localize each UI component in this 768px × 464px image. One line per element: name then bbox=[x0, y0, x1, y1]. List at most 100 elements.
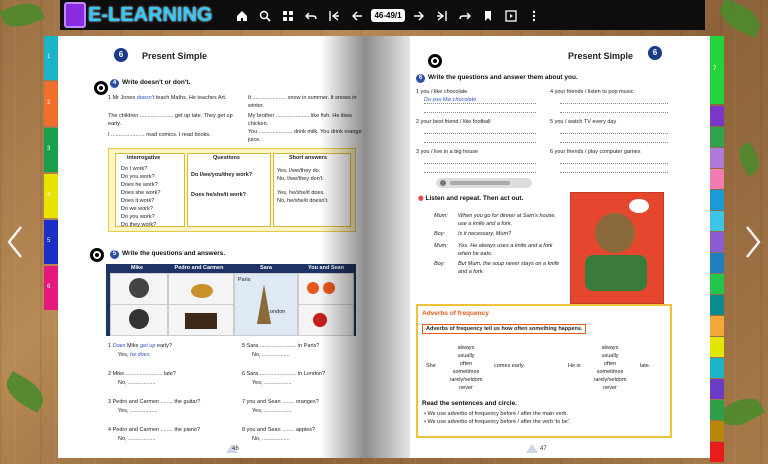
dialogue-speaker: Boy: bbox=[434, 261, 446, 267]
ex5-question: 4 Pedro and Carmen ........ the piano? bbox=[108, 426, 236, 434]
ex5-answer-fill: he does bbox=[130, 352, 150, 358]
chapter-tab-right[interactable] bbox=[710, 400, 724, 420]
table-header-interrogative: Interrogative bbox=[127, 155, 161, 161]
chapter-tab-label: 1 bbox=[47, 54, 51, 60]
chapter-tab-right[interactable] bbox=[710, 211, 724, 231]
answer-line[interactable] bbox=[560, 96, 668, 104]
rule-1: • We use adverbs of frequency before / a… bbox=[424, 411, 568, 417]
prev-page-icon[interactable] bbox=[345, 0, 368, 30]
chapter-tab-right[interactable] bbox=[710, 127, 724, 147]
thumbnails-icon[interactable] bbox=[276, 0, 299, 30]
app-logo[interactable]: E-LEARNING bbox=[64, 2, 212, 28]
chapter-tab-3[interactable]: 3 bbox=[44, 128, 58, 172]
chapter-tab-right[interactable] bbox=[710, 274, 724, 294]
ex5-text: Pedro and Carmen ........ the piano? bbox=[112, 427, 201, 433]
prev-spread-arrow-icon[interactable] bbox=[6, 225, 24, 268]
answer-line[interactable] bbox=[560, 136, 668, 143]
dialogue-line: Is it necessary, Mum? bbox=[458, 231, 512, 237]
ex5-answer-text: Yes, bbox=[118, 352, 131, 358]
audio-player[interactable] bbox=[436, 178, 532, 188]
answer-line[interactable] bbox=[560, 126, 668, 134]
chapter-tab-label: 6 bbox=[47, 284, 51, 290]
adverb-item: often bbox=[459, 361, 473, 367]
undo-icon[interactable] bbox=[299, 0, 322, 30]
question-prompt: 5 you / watch TV every day bbox=[550, 119, 617, 125]
ex5-answer-text: Yes, .................. bbox=[252, 380, 292, 386]
ex5-text: Pedro and Carmen ........ the guitar? bbox=[112, 399, 201, 405]
next-page-icon[interactable] bbox=[408, 0, 431, 30]
ex4-line-2: The children ...................... get … bbox=[108, 113, 233, 127]
chapter-tab-right[interactable] bbox=[710, 358, 724, 378]
chapter-tab-right[interactable] bbox=[710, 253, 724, 273]
chapter-tab-right[interactable] bbox=[710, 106, 724, 126]
answer-line[interactable] bbox=[424, 136, 536, 143]
adverb-she: She bbox=[426, 363, 436, 369]
answer-line[interactable] bbox=[424, 106, 536, 113]
question-prompt: 2 your best friend / like football bbox=[416, 119, 491, 125]
question-2: Does he/she/it work? bbox=[191, 192, 247, 198]
dialogue-line: Yes. He always uses a knife and a fork w… bbox=[458, 243, 553, 257]
cartoon-illustration bbox=[570, 192, 664, 304]
ex5-answer-text: No, .................. bbox=[252, 352, 290, 358]
chapter-tab-2[interactable]: 2 bbox=[44, 82, 58, 126]
next-spread-arrow-icon[interactable] bbox=[744, 225, 762, 268]
ex5-text: Sara ........................ in Paris? bbox=[246, 343, 320, 349]
answer-line[interactable] bbox=[424, 126, 536, 134]
ex5-text: Mike bbox=[126, 343, 141, 349]
interrogative-item: Do you work? bbox=[121, 214, 155, 220]
exercise-6-title: 6 Write the questions and answer them abo… bbox=[416, 74, 578, 83]
chapter-tab-right[interactable] bbox=[710, 379, 724, 399]
page-tab-marker bbox=[526, 444, 538, 453]
more-icon[interactable] bbox=[523, 0, 546, 30]
picture-grid: Mike Pedro and Carmen Sara You and Sean … bbox=[106, 264, 356, 336]
exercise-4-title: 4 Write doesn't or don't. bbox=[110, 79, 190, 88]
answer-line[interactable] bbox=[560, 106, 668, 113]
chapter-tab-right[interactable] bbox=[710, 421, 724, 441]
chapter-tab-right[interactable] bbox=[710, 190, 724, 210]
chapter-tab-right[interactable]: 7 bbox=[710, 36, 724, 104]
redo-icon[interactable] bbox=[454, 0, 477, 30]
adverbs-box: Adverbs of frequency Adverbs of frequenc… bbox=[416, 304, 672, 438]
adverbs-list-2: always usually often sometimes rarely/seldom… bbox=[588, 344, 632, 392]
chapter-tab-right[interactable] bbox=[710, 148, 724, 168]
answer-line[interactable] bbox=[560, 166, 668, 173]
chapter-tab-1[interactable]: 1 bbox=[44, 36, 58, 80]
table-header-questions: Questions bbox=[213, 155, 240, 161]
logo-badge-icon bbox=[64, 2, 86, 28]
interrogative-item: Do they work? bbox=[121, 222, 157, 228]
chapter-tab-5[interactable]: 5 bbox=[44, 220, 58, 264]
ex5-answer-text: No, .................. bbox=[118, 436, 156, 442]
adverb-item: usually bbox=[601, 353, 619, 359]
dialogue-speaker: Boy: bbox=[434, 231, 446, 237]
column-sara: Sara bbox=[260, 265, 272, 271]
chapter-tab-6[interactable]: 6 bbox=[44, 266, 58, 310]
chapter-tab-4[interactable]: 4 bbox=[44, 174, 58, 218]
rule-2: • We use adverbs of frequency before / a… bbox=[424, 419, 571, 425]
chapter-tab-right[interactable] bbox=[710, 169, 724, 189]
adverb-item: never bbox=[603, 385, 617, 391]
answer-line[interactable] bbox=[424, 166, 536, 173]
zoom-icon[interactable] bbox=[253, 0, 276, 30]
page-title-right: Present Simple bbox=[568, 51, 634, 61]
page-indicator-input[interactable]: 46-49/1 bbox=[371, 8, 405, 22]
chapter-tab-right[interactable] bbox=[710, 295, 724, 315]
chapter-tab-label: 4 bbox=[47, 192, 51, 198]
audio-target-icon[interactable] bbox=[94, 81, 108, 95]
audio-target-icon[interactable] bbox=[428, 54, 442, 68]
interrogative-item: Do you work? bbox=[121, 174, 155, 180]
slideshow-icon[interactable] bbox=[500, 0, 523, 30]
answer-line[interactable] bbox=[424, 156, 536, 164]
dialogue-speaker: Mum: bbox=[434, 243, 448, 249]
ex5-answer-text: No, .................. bbox=[252, 436, 290, 442]
answer-line[interactable]: Do you like chocolate bbox=[424, 96, 536, 104]
chapter-tab-right[interactable] bbox=[710, 316, 724, 336]
chapter-tab-right[interactable] bbox=[710, 232, 724, 252]
chapter-tab-right[interactable] bbox=[710, 442, 724, 462]
audio-target-icon[interactable] bbox=[90, 248, 104, 262]
answer-line[interactable] bbox=[560, 156, 668, 164]
chapter-tab-right[interactable] bbox=[710, 337, 724, 357]
home-icon[interactable] bbox=[230, 0, 253, 30]
bookmark-icon[interactable] bbox=[477, 0, 500, 30]
last-page-icon[interactable] bbox=[431, 0, 454, 30]
first-page-icon[interactable] bbox=[322, 0, 345, 30]
